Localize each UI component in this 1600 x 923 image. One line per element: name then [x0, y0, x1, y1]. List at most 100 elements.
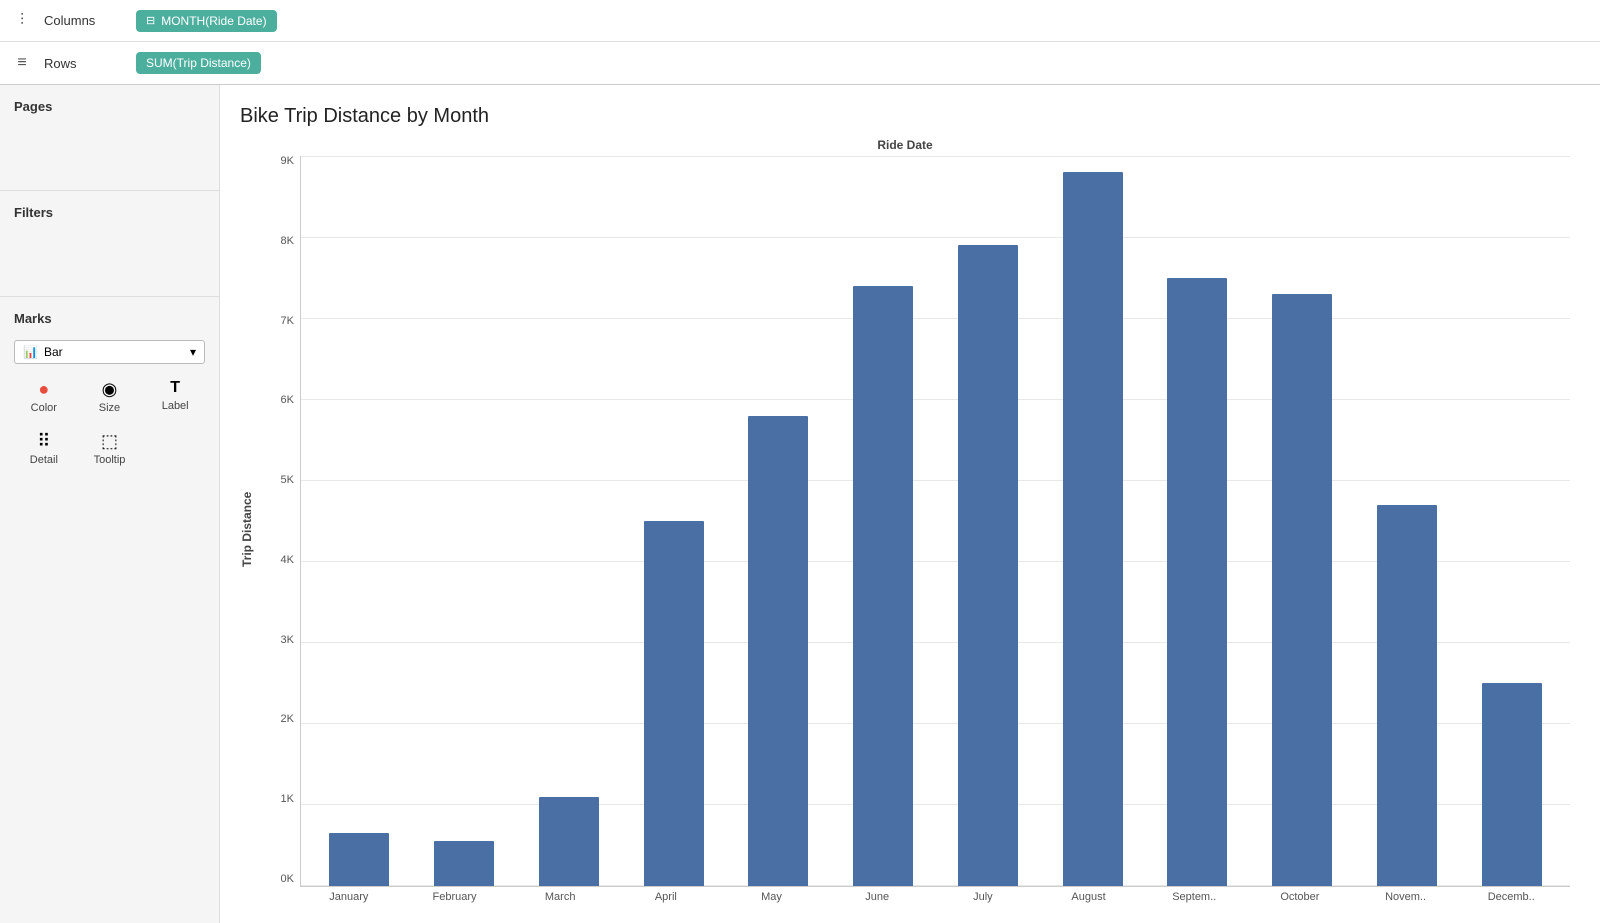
tooltip-label: Tooltip [94, 454, 126, 466]
bar [1482, 683, 1542, 886]
bar-wrapper[interactable] [730, 156, 827, 886]
bar-wrapper[interactable] [1359, 156, 1456, 886]
y-tick: 7K [260, 316, 300, 327]
marks-dropdown-inner: 📊 Bar [23, 345, 63, 359]
marks-grid: ● Color ◉ Size T Label ⠿ Detail ⬚ Tool [14, 374, 205, 472]
x-label: March [511, 891, 609, 903]
x-label: April [617, 891, 715, 903]
bar-wrapper[interactable] [416, 156, 513, 886]
bar-wrapper[interactable] [1254, 156, 1351, 886]
chart-inner: Trip Distance 0K 1K 2K 3K 4K 5K 6K 7K 8K 9K Janua… [240, 156, 1570, 903]
bar-wrapper[interactable] [521, 156, 618, 886]
filters-section: Filters [0, 191, 219, 297]
columns-pill-text: MONTH(Ride Date) [161, 14, 266, 28]
calendar-icon: ⊟ [146, 14, 155, 27]
bar [748, 416, 808, 886]
x-label: Decemb.. [1462, 891, 1560, 903]
bar-wrapper[interactable] [1044, 156, 1141, 886]
marks-type-label: Bar [44, 345, 63, 359]
pages-section: Pages [0, 85, 219, 191]
chart-title: Bike Trip Distance by Month [240, 105, 1570, 128]
y-tick: 5K [260, 475, 300, 486]
color-label: Color [31, 402, 57, 414]
filters-content [14, 228, 205, 288]
x-label: October [1251, 891, 1349, 903]
columns-pill[interactable]: ⊟ MONTH(Ride Date) [136, 10, 277, 32]
bars-and-grid [300, 156, 1570, 887]
y-axis-label: Trip Distance [240, 156, 260, 903]
x-label: February [406, 891, 504, 903]
label-icon: T [170, 380, 180, 396]
chart-plot: 0K 1K 2K 3K 4K 5K 6K 7K 8K 9K January February Marc… [260, 156, 1570, 903]
bar [329, 833, 389, 886]
pages-content [14, 122, 205, 182]
filters-title: Filters [14, 205, 205, 220]
columns-label: Columns [44, 13, 124, 28]
tooltip-icon: ⬚ [101, 432, 118, 450]
bar [1167, 278, 1227, 886]
bar-wrapper[interactable] [940, 156, 1037, 886]
marks-section: Marks 📊 Bar ▾ ● Color ◉ Size T [0, 297, 219, 486]
bar [434, 841, 494, 886]
y-ticks: 0K 1K 2K 3K 4K 5K 6K 7K 8K 9K [260, 156, 300, 887]
bar-wrapper[interactable] [1149, 156, 1246, 886]
size-icon: ◉ [102, 380, 118, 398]
x-label: Novem.. [1357, 891, 1455, 903]
x-labels: January February March April May June July Augu… [260, 891, 1570, 903]
bar-wrapper[interactable] [1463, 156, 1560, 886]
x-label: August [1040, 891, 1138, 903]
bar-wrapper[interactable] [625, 156, 722, 886]
marks-label-item[interactable]: T Label [145, 374, 205, 420]
y-tick: 4K [260, 555, 300, 566]
y-tick: 1K [260, 794, 300, 805]
pages-title: Pages [14, 99, 205, 114]
x-label: June [828, 891, 926, 903]
bar [853, 286, 913, 886]
bars-container [301, 156, 1570, 886]
marks-color-item[interactable]: ● Color [14, 374, 74, 420]
chevron-down-icon: ▾ [190, 345, 196, 359]
x-label: July [934, 891, 1032, 903]
bar [1377, 505, 1437, 886]
bar [958, 245, 1018, 886]
shelf-area: ⫶ Columns ⊟ MONTH(Ride Date) ≡ Rows SUM(… [0, 0, 1600, 85]
rows-icon: ≡ [12, 54, 32, 72]
bar-chart-icon: 📊 [23, 345, 38, 359]
bar [1272, 294, 1332, 886]
y-tick: 6K [260, 395, 300, 406]
columns-icon: ⫶ [12, 12, 32, 30]
bar [539, 797, 599, 886]
bar-wrapper[interactable] [835, 156, 932, 886]
x-axis-title: Ride Date [240, 138, 1570, 152]
y-tick: 3K [260, 635, 300, 646]
marks-type-dropdown[interactable]: 📊 Bar ▾ [14, 340, 205, 364]
y-tick: 0K [260, 874, 300, 885]
chart-container: Ride Date Trip Distance 0K 1K 2K 3K 4K 5K 6K 7K… [240, 138, 1570, 903]
rows-label: Rows [44, 56, 124, 71]
marks-detail-item[interactable]: ⠿ Detail [14, 426, 74, 472]
bar [644, 521, 704, 886]
x-label: January [300, 891, 398, 903]
main-layout: Pages Filters Marks 📊 Bar ▾ ● Color [0, 85, 1600, 923]
rows-pill-text: SUM(Trip Distance) [146, 56, 251, 70]
x-label: Septem.. [1145, 891, 1243, 903]
marks-size-item[interactable]: ◉ Size [80, 374, 140, 420]
size-label: Size [99, 402, 120, 414]
y-tick: 9K [260, 156, 300, 167]
columns-shelf: ⫶ Columns ⊟ MONTH(Ride Date) [0, 0, 1600, 42]
bar [1063, 172, 1123, 886]
bar-wrapper[interactable] [311, 156, 408, 886]
sidebar: Pages Filters Marks 📊 Bar ▾ ● Color [0, 85, 220, 923]
detail-icon: ⠿ [37, 432, 50, 450]
marks-title: Marks [14, 311, 205, 326]
label-label: Label [162, 400, 189, 412]
x-label: May [723, 891, 821, 903]
rows-pill[interactable]: SUM(Trip Distance) [136, 52, 261, 74]
chart-area: Bike Trip Distance by Month Ride Date Tr… [220, 85, 1600, 923]
rows-shelf: ≡ Rows SUM(Trip Distance) [0, 42, 1600, 84]
marks-tooltip-item[interactable]: ⬚ Tooltip [80, 426, 140, 472]
y-tick: 8K [260, 236, 300, 247]
color-dots-icon: ● [38, 380, 49, 398]
detail-label: Detail [30, 454, 58, 466]
y-tick: 2K [260, 714, 300, 725]
